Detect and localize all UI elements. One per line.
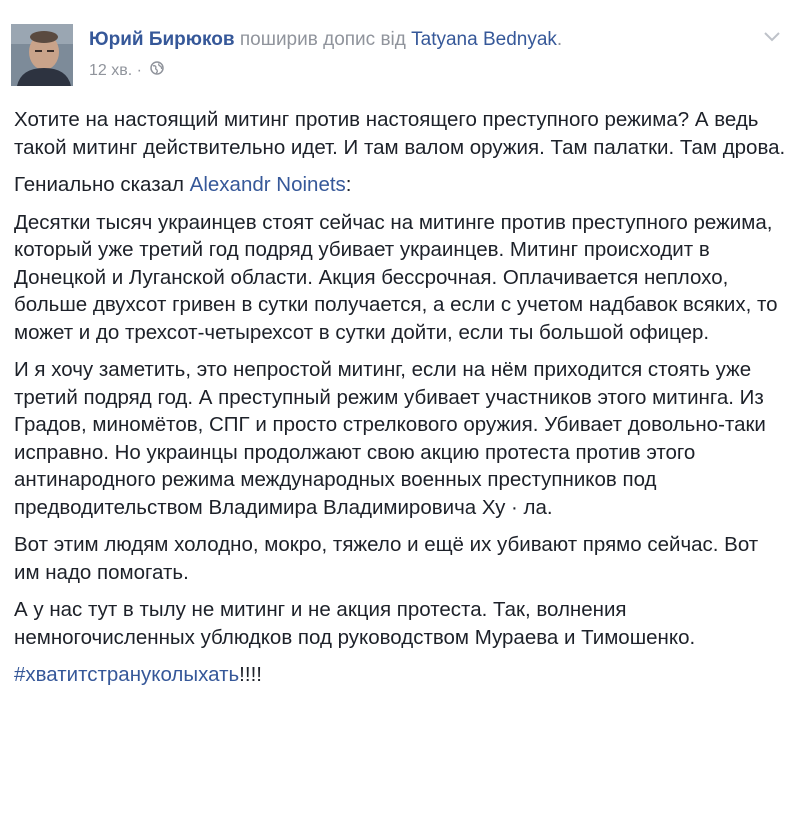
post-header: Юрий Бирюков поширив допис від Tatyana B…	[11, 24, 781, 86]
meta-separator: ·	[132, 62, 147, 80]
origin-author-link[interactable]: Tatyana Bednyak	[411, 29, 557, 50]
quote-intro: Гениально сказал	[14, 173, 190, 196]
chevron-down-icon[interactable]	[763, 30, 781, 44]
paragraph-5: Вот этим людям холодно, мокро, тяжело и …	[14, 533, 759, 584]
globe-icon[interactable]	[150, 60, 165, 82]
author-line: Юрий Бирюков поширив допис від Tatyana B…	[89, 28, 562, 52]
paragraph-4: И я хочу заметить, это непростой митинг,…	[14, 358, 766, 519]
post-meta: 12 хв. ·	[89, 60, 165, 82]
post-body: Хотите на настоящий митинг против настоя…	[14, 106, 789, 699]
facebook-post: Юрий Бирюков поширив допис від Tatyana B…	[0, 0, 800, 837]
paragraph-6: А у нас тут в тылу не митинг и не акция …	[14, 598, 696, 649]
hashtag-suffix: !!!!	[239, 663, 262, 686]
origin-suffix: .	[556, 29, 563, 50]
paragraph-1: Хотите на настоящий митинг против настоя…	[14, 108, 786, 159]
avatar[interactable]	[11, 24, 73, 86]
shared-text: поширив допис від	[234, 29, 412, 50]
paragraph-2: Гениально сказал Alexandr Noinets:	[14, 171, 789, 199]
quote-colon: :	[345, 173, 352, 196]
paragraph-3: Десятки тысяч украинцев стоят сейчас на …	[14, 210, 778, 344]
timestamp-link[interactable]: 12 хв.	[89, 62, 132, 79]
hashtag-link[interactable]: #хватитстрануколыхать	[14, 663, 239, 686]
author-name-link[interactable]: Юрий Бирюков	[89, 29, 235, 50]
paragraph-7: #хватитстрануколыхать!!!!	[14, 661, 789, 689]
mentioned-user-link[interactable]: Alexandr Noinets	[190, 173, 346, 196]
avatar-image	[11, 24, 73, 86]
